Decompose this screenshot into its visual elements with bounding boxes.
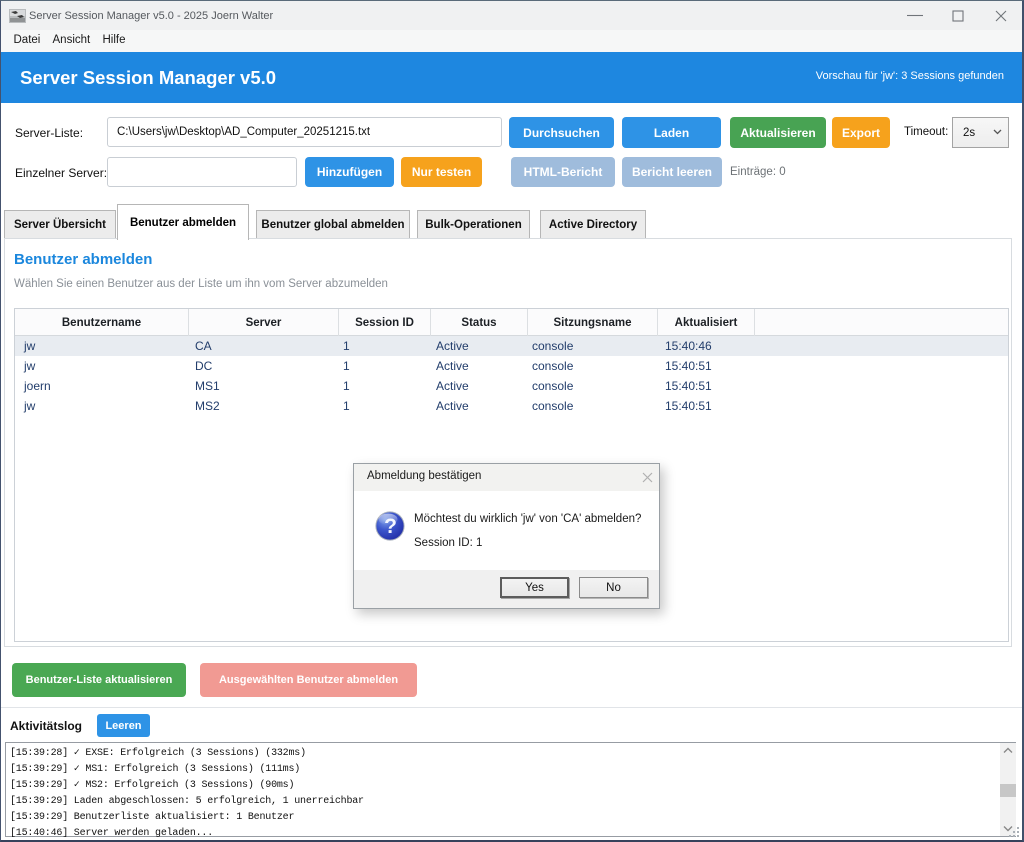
svg-text:?: ? bbox=[384, 515, 397, 538]
